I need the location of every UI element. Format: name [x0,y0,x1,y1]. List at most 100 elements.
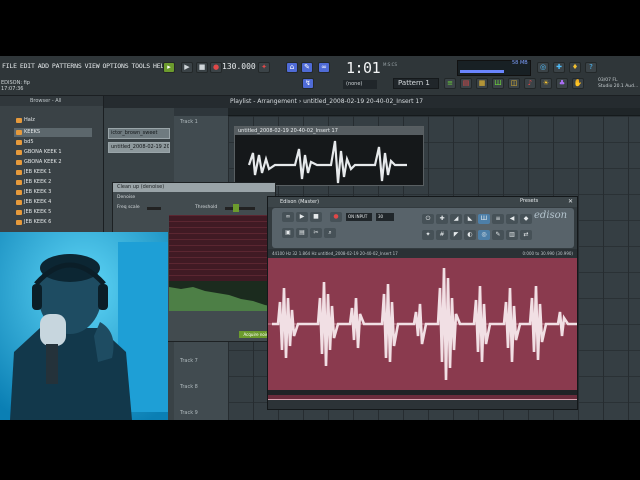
denoise-checkbox[interactable]: Denoise [117,195,135,200]
cpu-bar [460,70,504,73]
amp-icon[interactable]: ◆ [520,214,532,224]
bulb-icon[interactable]: ☀ [540,78,552,89]
noise-gate-icon[interactable]: Ш [478,214,490,224]
reverse-icon[interactable]: ◀ [506,214,518,224]
browser-item[interactable]: JEB KEEK 6 [14,218,92,227]
record-icon[interactable]: ● [330,212,342,222]
sample-info: 44100 Hz 32 1.864 Hz untitled_2008-02-19… [272,251,398,256]
playlist-icon[interactable]: ≡ [444,78,456,89]
convert-icon[interactable]: ⇄ [520,230,532,240]
browser-item[interactable]: Halz [14,116,92,125]
edison-toolbar: edison ∞ ▶ ■ ● ON INPUT 30 ▣ ▤ ✂ ⌕ ⏻ ✚ ◢… [272,208,574,248]
clip-title: untitled_2008-02-19 20-40-02_Insert 17 [235,127,423,135]
channel-rack-icon[interactable]: ▦ [476,78,488,89]
menu-bar: FILE EDIT ADD PATTERNS VIEW OPTIONS TOOL… [2,62,168,70]
snap-selector[interactable]: (none) [343,80,377,89]
rec-length-selector[interactable]: 30 [376,213,394,221]
track-label[interactable]: Track 7 [180,358,198,364]
browser-item[interactable]: KEEKS [14,128,92,137]
webcam-image [0,232,168,420]
normalize-icon[interactable]: ✚ [436,214,448,224]
screenshot-frame: FILE EDIT ADD PATTERNS VIEW OPTIONS TOOL… [0,0,640,480]
browser-item[interactable]: GBONA KEEK 1 [14,148,92,157]
record-button[interactable]: ● [210,62,222,73]
touch-icon[interactable]: ✋ [572,78,584,89]
menu-patterns[interactable]: PATTERNS [52,62,82,70]
blur-icon[interactable]: ✦ [422,230,434,240]
patterns-icon[interactable]: ♣ [556,78,568,89]
freq-scale-slider[interactable] [147,207,161,210]
audio-clip[interactable]: untitled_2008-02-19 20-40-02_Insert 17 [234,126,424,186]
copy-icon[interactable]: ▣ [282,228,294,238]
browser-icon[interactable]: ◫ [508,78,520,89]
browser-item[interactable]: JEB KEEK 1 [14,168,92,177]
top-toolbar: FILE EDIT ADD PATTERNS VIEW OPTIONS TOOL… [0,56,640,96]
play-button[interactable]: ▶ [181,62,193,73]
pencil-icon[interactable]: ✎ [492,230,504,240]
browser-item[interactable]: bd5 [14,138,92,147]
picker-item[interactable]: untitled_2008-02-19 20 [108,142,170,153]
menu-edit[interactable]: EDIT [20,62,35,70]
eq-icon[interactable]: ≡ [492,214,504,224]
cleanup-title[interactable]: Clean up (denoise) [113,183,275,192]
track-label[interactable]: Track 8 [180,384,198,390]
fade-out-icon[interactable]: ◣ [464,214,476,224]
playlist-title: Playlist - Arrangement [230,98,297,105]
countdown-icon[interactable]: ✎ [301,62,313,73]
tune-icon[interactable]: ◐ [464,230,476,240]
power-icon[interactable]: ⏻ [422,214,434,224]
menu-file[interactable]: FILE [2,62,17,70]
online-icon[interactable]: ◎ [537,62,549,73]
browser-item[interactable]: JEB KEEK 4 [14,198,92,207]
presets-menu[interactable]: Presets [520,198,538,204]
stop-icon[interactable]: ■ [310,212,322,222]
close-icon[interactable]: ✕ [568,198,573,205]
piano-roll-icon[interactable]: ▤ [460,78,472,89]
fade-in-icon[interactable]: ◢ [450,214,462,224]
tempo-display[interactable]: 130.000 [222,62,256,71]
loop-record-icon[interactable]: ∞ [318,62,330,73]
browser-item[interactable]: JEB KEEK 2 [14,178,92,187]
stop-button[interactable]: ■ [196,62,208,73]
metronome-icon[interactable]: ✦ [258,62,270,73]
menu-options[interactable]: OPTIONS [102,62,128,70]
plugin-picker-icon[interactable]: ♪ [524,78,536,89]
menu-tools[interactable]: TOOLS [131,62,150,70]
edison-logo: edison [534,210,568,221]
on-input-selector[interactable]: ON INPUT [346,213,372,221]
wait-input-icon[interactable]: ⌂ [286,62,298,73]
picker-item[interactable]: ictor_brown_sweet [108,128,170,139]
track-label[interactable]: Track 1 [180,119,198,125]
threshold-handle[interactable] [233,204,239,212]
menu-add[interactable]: ADD [38,62,49,70]
plugin-icon[interactable]: ✚ [553,62,565,73]
mic-icon[interactable]: ♦ [569,62,581,73]
zoom-icon[interactable]: ⌕ [324,228,336,238]
denoise-icon[interactable]: ◎ [478,230,490,240]
edison-waveform-area[interactable] [268,258,577,390]
edison-scrollbar[interactable] [268,400,577,409]
edison-overview[interactable] [268,390,577,405]
memory-label: 58 MB [512,60,528,66]
timeline-ruler[interactable] [228,108,640,116]
track-label[interactable]: Track 9 [180,410,198,416]
pattern-selector[interactable]: Pattern 1 [393,78,439,89]
play-icon[interactable]: ▶ [296,212,308,222]
browser-item[interactable]: GBONA KEEK 2 [14,158,92,167]
noise-profile-graph[interactable] [169,215,275,281]
news-panel[interactable]: 03/07 FL Studio 20.1 Aud... [598,78,640,90]
threshold-slider[interactable] [225,207,255,210]
loop-icon[interactable]: ∞ [282,212,294,222]
menu-view[interactable]: VIEW [85,62,100,70]
paste-icon[interactable]: ▤ [296,228,308,238]
browser-item[interactable]: JEB KEEK 3 [14,188,92,197]
spectrum-icon[interactable]: ▥ [506,230,518,240]
grid-icon[interactable]: # [436,230,448,240]
browser-item[interactable]: JEB KEEK 5 [14,208,92,217]
snap-icon[interactable]: ↯ [302,78,314,89]
cut-icon[interactable]: ✂ [310,228,322,238]
pattern-song-toggle[interactable]: ▸ [163,62,175,73]
trim-icon[interactable]: ◤ [450,230,462,240]
mixer-icon[interactable]: Ш [492,78,504,89]
help-icon[interactable]: ? [585,62,597,73]
